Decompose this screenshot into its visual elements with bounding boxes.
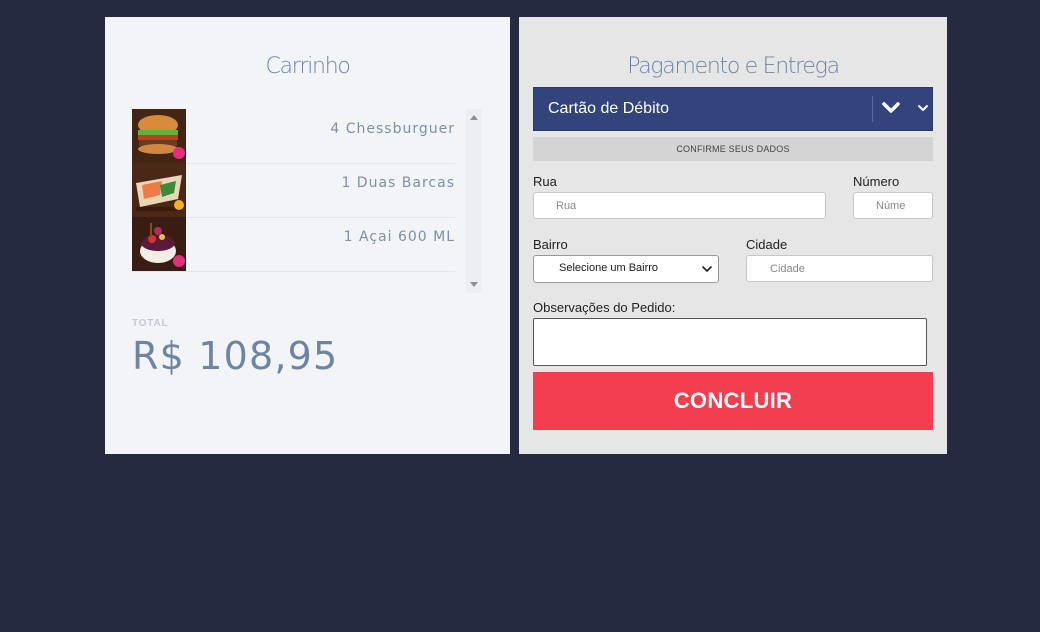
chevron-down-icon[interactable] (880, 97, 902, 119)
cart-item[interactable]: 1 Açai 600 ML (132, 217, 455, 272)
confirm-data-banner: CONFIRME SEUS DADOS (533, 137, 933, 161)
cart-item[interactable]: 4 Chessburguer (132, 109, 455, 164)
street-input[interactable] (533, 192, 826, 219)
cart-item-label: 1 Duas Barcas (341, 175, 455, 191)
notes-label: Observações do Pedido: (533, 300, 676, 315)
chevron-down-icon (702, 266, 712, 272)
order-notes-textarea[interactable] (533, 318, 927, 366)
cart-title: Carrinho (265, 54, 351, 79)
district-select-value: Selecione um Bairro (559, 262, 659, 274)
payment-panel: Pagamento e Entrega Cartão de Débito CON… (519, 17, 947, 454)
city-label: Cidade (746, 237, 788, 252)
cart-item-list[interactable]: 4 Chessburguer 1 Duas Barcas 1 Açai 600 … (132, 109, 455, 285)
cart-panel: Carrinho 4 Chessburguer 1 Duas Barcas 1 … (105, 17, 510, 454)
payment-method-select[interactable]: Cartão de Débito (533, 87, 933, 131)
number-label: Número (853, 174, 900, 189)
scroll-down-icon[interactable] (470, 282, 478, 287)
cart-item[interactable]: 1 Duas Barcas (132, 163, 455, 218)
total-label: TOTAL (132, 318, 169, 329)
district-label: Bairro (533, 237, 568, 252)
payment-method-value: Cartão de Débito (548, 100, 669, 117)
number-input[interactable] (853, 192, 933, 219)
conclude-button[interactable]: CONCLUIR (533, 372, 933, 430)
scroll-up-icon[interactable] (470, 115, 478, 120)
cart-item-label: 1 Açai 600 ML (343, 229, 455, 245)
district-select[interactable]: Selecione um Bairro (533, 255, 719, 283)
city-input[interactable] (746, 255, 933, 282)
chevron-down-icon[interactable] (917, 102, 929, 114)
acai-bowl-image (132, 217, 186, 271)
cart-scrollbar[interactable] (466, 109, 482, 293)
cart-item-label: 4 Chessburguer (330, 121, 455, 137)
total-value: R$ 108,95 (132, 334, 339, 378)
select-divider (872, 96, 873, 122)
sushi-boat-image (132, 163, 186, 217)
street-label: Rua (533, 174, 557, 189)
payment-title: Pagamento e Entrega (627, 54, 840, 79)
burger-image (132, 109, 186, 163)
